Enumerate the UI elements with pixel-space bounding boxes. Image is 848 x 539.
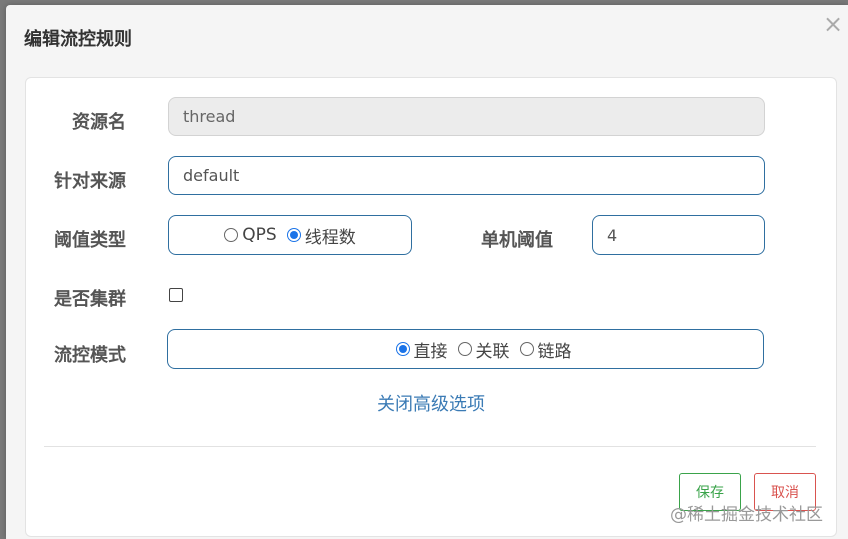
cluster-checkbox[interactable] <box>169 288 183 302</box>
close-icon[interactable]: × <box>822 12 844 36</box>
count-value: 4 <box>607 225 618 245</box>
limit-app-value: default <box>183 166 240 185</box>
limit-app-label: 针对来源 <box>54 171 126 192</box>
grade-radio-group: QPS 线程数 <box>168 215 412 255</box>
count-input[interactable]: 4 <box>592 215 765 255</box>
relate-radio[interactable] <box>457 342 472 356</box>
edit-flow-rule-dialog: 编辑流控规则 × 资源名 thread 针对来源 default 阈值类型 QP… <box>6 5 848 539</box>
toggle-advanced-link[interactable]: 关闭高级选项 <box>26 390 836 416</box>
dialog-title: 编辑流控规则 <box>24 29 132 50</box>
qps-radio[interactable] <box>224 228 239 242</box>
count-label: 单机阈值 <box>481 230 553 251</box>
threads-label: 线程数 <box>304 227 356 248</box>
grade-option-qps[interactable]: QPS <box>224 225 277 245</box>
chain-label: 链路 <box>537 341 572 362</box>
resource-name-input[interactable]: thread <box>168 97 765 136</box>
chain-radio[interactable] <box>519 342 534 356</box>
qps-label: QPS <box>242 225 277 245</box>
footer-divider <box>44 446 816 447</box>
form-panel: 资源名 thread 针对来源 default 阈值类型 QPS 线程数 单机阈… <box>25 77 837 537</box>
relate-label: 关联 <box>475 341 510 362</box>
watermark: @稀土掘金技术社区 <box>670 505 823 525</box>
resource-name-value: thread <box>183 107 236 126</box>
strategy-option-relate[interactable]: 关联 <box>457 337 510 362</box>
limit-app-input[interactable]: default <box>168 156 765 195</box>
grade-label: 阈值类型 <box>54 230 126 251</box>
strategy-radio-group: 直接 关联 链路 <box>167 329 764 369</box>
cluster-label: 是否集群 <box>54 289 126 310</box>
strategy-option-direct[interactable]: 直接 <box>395 337 448 362</box>
direct-radio[interactable] <box>395 342 410 356</box>
resource-name-label: 资源名 <box>72 112 126 133</box>
strategy-option-chain[interactable]: 链路 <box>519 337 572 362</box>
grade-option-threads[interactable]: 线程数 <box>286 223 356 248</box>
threads-radio[interactable] <box>286 228 301 242</box>
strategy-label: 流控模式 <box>54 345 126 366</box>
direct-label: 直接 <box>413 341 448 362</box>
